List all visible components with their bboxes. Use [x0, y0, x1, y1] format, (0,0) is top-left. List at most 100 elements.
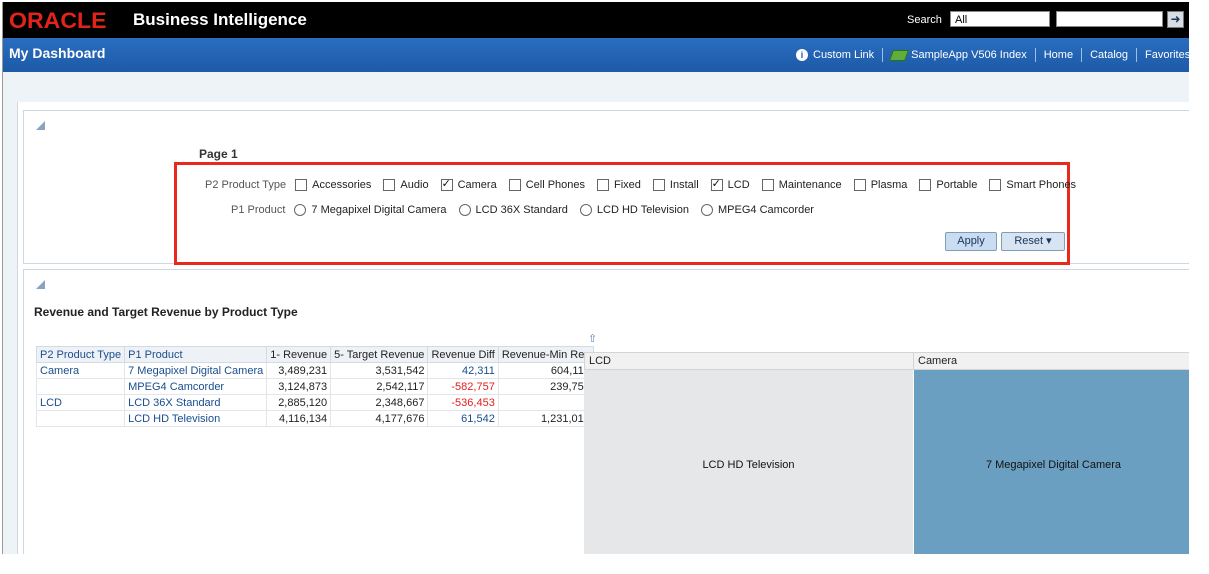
reset-button[interactable]: Reset ▾ — [1001, 232, 1065, 251]
product-cell[interactable]: MPEG4 Camcorder — [124, 378, 268, 395]
column-header[interactable]: P1 Product — [124, 346, 268, 363]
page-label: Page 1 — [199, 147, 238, 161]
drill-up-icon[interactable]: ⇧ — [588, 334, 598, 345]
sampleapp-index-label: SampleApp V506 Index — [911, 49, 1027, 61]
product-type-prompt: P2 Product Type Accessories Audio Camera… — [205, 177, 1076, 191]
product-type-cell[interactable] — [35, 378, 126, 395]
revenue-min-cell: 604,112 — [497, 362, 594, 379]
collapse-section-icon[interactable] — [36, 121, 45, 130]
product-cell[interactable]: LCD HD Television — [124, 410, 268, 427]
treemap-group-header-lcd[interactable]: LCD — [584, 352, 914, 370]
column-header[interactable]: Revenue Diff — [427, 346, 499, 363]
checkbox-accessories[interactable]: Accessories — [295, 179, 371, 191]
favorites-link[interactable]: Favorites — [1137, 48, 1189, 62]
radio-label: LCD HD Television — [596, 204, 689, 216]
checkbox-box[interactable] — [919, 179, 932, 191]
search-input[interactable] — [1056, 11, 1163, 27]
checkbox-audio[interactable]: Audio — [383, 179, 429, 191]
product-cell[interactable]: LCD 36X Standard — [124, 394, 268, 411]
search-scope-select[interactable]: All — [950, 11, 1050, 27]
search-go-button[interactable]: ➜ — [1167, 11, 1184, 28]
dashboard-title: My Dashboard — [9, 45, 106, 61]
revenue-min-cell: 0 — [497, 394, 594, 411]
checkbox-box[interactable] — [853, 179, 866, 191]
column-header[interactable]: P2 Product Type — [35, 346, 126, 363]
custom-link[interactable]: i Custom Link — [788, 48, 884, 62]
radio-mpeg4-camcorder[interactable]: MPEG4 Camcorder — [701, 204, 814, 216]
revenue-diff-cell: -536,453 — [427, 394, 499, 411]
checkbox-portable[interactable]: Portable — [919, 179, 977, 191]
dashboard-nav-bar: My Dashboard i Custom Link SampleApp V506… — [3, 38, 1189, 72]
product-cell[interactable]: 7 Megapixel Digital Camera — [124, 362, 268, 379]
checkbox-box[interactable] — [508, 179, 521, 191]
revenue-min-cell: 1,231,014 — [497, 410, 594, 427]
collapse-section-icon[interactable] — [36, 280, 45, 289]
checkbox-plasma[interactable]: Plasma — [853, 179, 908, 191]
checkbox-label: Fixed — [614, 179, 641, 191]
checkbox-fixed[interactable]: Fixed — [597, 179, 641, 191]
column-header[interactable]: Revenue-Min Rev — [497, 346, 594, 363]
checkbox-label: Maintenance — [778, 179, 842, 191]
table-row: LCD LCD 36X Standard 2,885,120 2,348,667… — [35, 394, 594, 411]
checkbox-label: Accessories — [312, 179, 372, 191]
checkbox-install[interactable]: Install — [652, 179, 699, 191]
target-revenue-cell: 2,542,117 — [330, 378, 429, 395]
checkbox-label: Cell Phones — [525, 179, 586, 191]
app-window: ORACLE Business Intelligence Search All … — [2, 2, 1189, 554]
checkbox-label: LCD — [727, 179, 750, 191]
checkbox-box[interactable] — [383, 179, 396, 191]
checkbox-label: Smart Phones — [1006, 179, 1077, 191]
radio-label: LCD 36X Standard — [475, 204, 568, 216]
treemap-cell-7mp-camera[interactable]: 7 Megapixel Digital Camera — [913, 370, 1189, 554]
radio-button[interactable] — [579, 204, 592, 216]
checkbox-label: Install — [669, 179, 699, 191]
checkbox-box-checked[interactable] — [710, 177, 723, 191]
revenue-cell: 3,489,231 — [266, 362, 332, 379]
checkbox-box[interactable] — [989, 179, 1002, 191]
checkbox-camera[interactable]: Camera — [440, 177, 497, 191]
product-label: P1 Product — [231, 204, 286, 216]
treemap-group-header-camera[interactable]: Camera — [913, 352, 1189, 370]
sampleapp-index-link[interactable]: SampleApp V506 Index — [883, 48, 1036, 62]
radio-button[interactable] — [701, 204, 713, 216]
product-type-cell[interactable] — [35, 410, 126, 427]
checkbox-cell-phones[interactable]: Cell Phones — [508, 179, 586, 191]
product-type-cell[interactable]: Camera — [35, 362, 126, 379]
checkbox-smart-phones[interactable]: Smart Phones — [989, 179, 1076, 191]
checkbox-label: Plasma — [870, 179, 908, 191]
checkbox-box[interactable] — [761, 179, 774, 191]
revenue-diff-cell: 42,311 — [427, 362, 499, 379]
home-link[interactable]: Home — [1036, 48, 1083, 62]
checkbox-box[interactable] — [295, 179, 308, 191]
product-type-cell[interactable]: LCD — [35, 394, 126, 411]
product-type-label: P2 Product Type — [205, 179, 287, 191]
catalog-link[interactable]: Catalog — [1082, 48, 1137, 62]
radio-button[interactable] — [294, 204, 307, 216]
oracle-logo[interactable]: ORACLE — [9, 8, 107, 34]
revenue-cell: 3,124,873 — [266, 378, 332, 395]
checkbox-box[interactable] — [597, 179, 610, 191]
revenue-pivot-table: P2 Product Type P1 Product 1- Revenue 5-… — [35, 346, 594, 427]
revenue-min-cell: 239,754 — [497, 378, 594, 395]
checkbox-box-checked[interactable] — [440, 177, 453, 191]
column-header[interactable]: 1- Revenue — [266, 346, 332, 363]
checkbox-label: Portable — [936, 179, 978, 191]
radio-7mp-camera[interactable]: 7 Megapixel Digital Camera — [294, 204, 447, 216]
checkbox-label: Audio — [400, 179, 429, 191]
column-header[interactable]: 5- Target Revenue — [330, 346, 429, 363]
radio-lcd-36x[interactable]: LCD 36X Standard — [458, 204, 568, 216]
checkbox-lcd[interactable]: LCD — [710, 177, 750, 191]
checkbox-box[interactable] — [652, 179, 665, 191]
radio-lcd-hd-tv[interactable]: LCD HD Television — [579, 204, 689, 216]
treemap-cell-lcd-hd-television[interactable]: LCD HD Television — [584, 370, 913, 554]
apply-button[interactable]: Apply — [945, 232, 997, 251]
checkbox-maintenance[interactable]: Maintenance — [761, 179, 842, 191]
product-prompt: P1 Product 7 Megapixel Digital Camera LC… — [231, 204, 814, 216]
table-row: LCD HD Television 4,116,134 4,177,676 61… — [35, 410, 594, 427]
radio-button[interactable] — [458, 204, 471, 216]
global-links: i Custom Link SampleApp V506 Index Home C… — [788, 48, 1189, 62]
table-row: MPEG4 Camcorder 3,124,873 2,542,117 -582… — [35, 378, 594, 395]
target-revenue-cell: 4,177,676 — [330, 410, 429, 427]
report-title: Revenue and Target Revenue by Product Ty… — [34, 305, 298, 319]
app-title: Business Intelligence — [133, 10, 307, 29]
